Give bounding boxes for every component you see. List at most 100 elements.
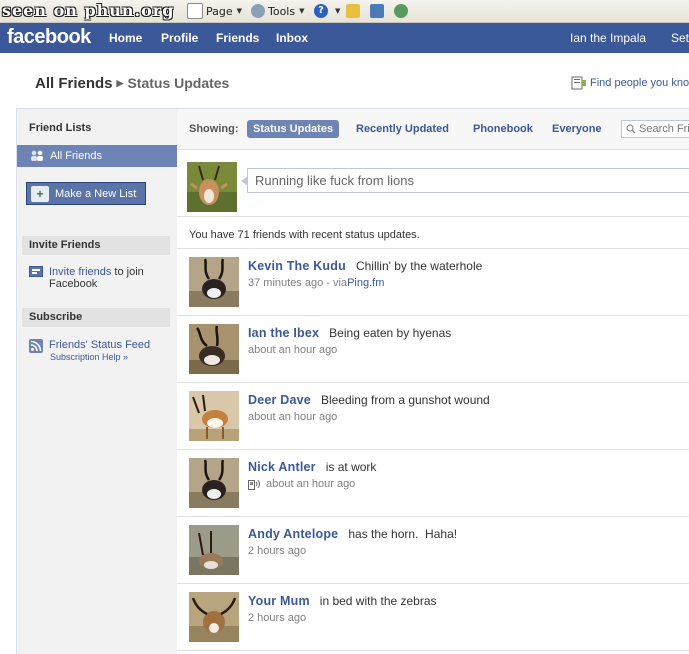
research-icon bbox=[346, 4, 360, 18]
status-meta: 37 minutes ago - via Ping.fm bbox=[248, 277, 384, 289]
filter-bar: Showing: Status Updates Recently Updated… bbox=[177, 109, 689, 150]
search-icon bbox=[626, 124, 636, 134]
find-people-label: Find people you know bbox=[590, 77, 689, 89]
page-menu-label: Page bbox=[206, 4, 233, 18]
chevron-down-icon: ▼ bbox=[236, 7, 243, 15]
status-time: 37 minutes ago - via bbox=[248, 277, 348, 289]
page-title: Status Updates bbox=[127, 75, 230, 91]
research-button[interactable] bbox=[346, 3, 363, 19]
friend-avatar[interactable] bbox=[189, 458, 239, 508]
status-row: Andy Antelope has the horn. Haha! 2 hours… bbox=[177, 517, 689, 584]
tools-menu-button[interactable]: Tools ▼ bbox=[251, 3, 305, 19]
status-meta: about an hour ago bbox=[248, 411, 337, 423]
subscription-help-link[interactable]: Subscription Help » bbox=[50, 352, 128, 362]
add-list-icon: + bbox=[31, 185, 49, 202]
find-people-link[interactable]: Find people you know bbox=[571, 76, 689, 90]
nav-user-name[interactable]: Ian the Impala bbox=[570, 31, 646, 45]
status-time: about an hour ago bbox=[248, 411, 338, 423]
friend-avatar[interactable] bbox=[189, 525, 239, 575]
breadcrumb-root[interactable]: All Friends bbox=[35, 75, 113, 92]
status-feed-item: Friends' Status Feed Subscription Help » bbox=[29, 339, 150, 363]
top-navigation-bar: facebook Home Profile Friends Inbox Ian … bbox=[0, 23, 689, 53]
nav-inbox[interactable]: Inbox bbox=[276, 31, 308, 45]
search-placeholder: Search Fri bbox=[639, 123, 689, 135]
address-book-icon bbox=[571, 76, 586, 90]
status-row: Deer Dave Bleeding from a gunshot wound a… bbox=[177, 383, 689, 450]
gear-icon bbox=[251, 4, 265, 18]
status-line: Your Mum in bed with the zebras bbox=[248, 594, 437, 608]
status-line: Deer Dave Bleeding from a gunshot wound bbox=[248, 393, 490, 407]
invite-friends-heading: Invite Friends bbox=[22, 236, 170, 255]
status-meta: 2 hours ago bbox=[248, 612, 306, 624]
status-input[interactable]: Running like fuck from lions bbox=[241, 168, 689, 193]
status-text: in bed with the zebras bbox=[319, 594, 437, 608]
my-avatar[interactable] bbox=[187, 162, 237, 212]
page-menu-button[interactable]: Page ▼ bbox=[187, 3, 242, 19]
help-menu-button[interactable]: ? ▼ bbox=[314, 3, 340, 19]
status-line: Andy Antelope has the horn. Haha! bbox=[248, 527, 457, 541]
addon-icon bbox=[394, 4, 408, 18]
status-row: Nick Antler is at work about an hour ago bbox=[177, 450, 689, 517]
invite-text-2: Facebook bbox=[49, 278, 98, 290]
main-content: Showing: Status Updates Recently Updated… bbox=[177, 108, 689, 654]
nav-profile[interactable]: Profile bbox=[161, 31, 198, 45]
showing-label: Showing: bbox=[189, 123, 239, 135]
status-composer: Running like fuck from lions bbox=[177, 150, 689, 217]
status-time: about an hour ago bbox=[248, 344, 338, 356]
friend-name-link[interactable]: Your Mum bbox=[248, 594, 310, 608]
watermark: seen on phun.org bbox=[2, 1, 174, 20]
addon-button[interactable] bbox=[394, 3, 411, 19]
left-sidebar: Friend Lists All Friends + Make a New Li… bbox=[16, 108, 177, 654]
status-meta: about an hour ago bbox=[248, 344, 337, 356]
friend-name-link[interactable]: Ian the Ibex bbox=[248, 326, 319, 340]
friend-search-input[interactable]: Search Fri bbox=[621, 120, 689, 138]
tab-status-updates[interactable]: Status Updates bbox=[247, 120, 340, 138]
friend-avatar[interactable] bbox=[189, 324, 239, 374]
page-icon bbox=[187, 3, 203, 19]
watermark-text: seen on phun.org bbox=[2, 1, 175, 20]
status-text: has the horn. Haha! bbox=[348, 527, 458, 541]
friends-count-text: You have 71 friends with recent status u… bbox=[189, 229, 420, 241]
help-icon: ? bbox=[314, 4, 328, 18]
status-text: Being eaten by hyenas bbox=[329, 326, 452, 340]
invite-friends-link[interactable]: Invite friends bbox=[49, 266, 111, 278]
tab-phonebook[interactable]: Phonebook bbox=[473, 123, 533, 135]
tab-everyone[interactable]: Everyone bbox=[552, 123, 602, 135]
facebook-logo[interactable]: facebook bbox=[7, 26, 91, 49]
tab-recently-updated[interactable]: Recently Updated bbox=[356, 123, 449, 135]
all-friends-label: All Friends bbox=[50, 150, 102, 162]
breadcrumb-separator: ▶ bbox=[116, 78, 124, 88]
friends-icon bbox=[31, 150, 43, 161]
browser-toolbar: ▼ Page ▼ Tools ▼ ? ▼ seen on phun.org bbox=[0, 0, 689, 23]
status-row: Kevin The Kudu Chillin' by the waterhole … bbox=[177, 249, 689, 316]
via-app-link[interactable]: Ping.fm bbox=[347, 277, 384, 289]
friend-name-link[interactable]: Deer Dave bbox=[248, 393, 311, 407]
status-text: Bleeding from a gunshot wound bbox=[320, 393, 490, 407]
nav-friends[interactable]: Friends bbox=[216, 31, 259, 45]
status-time: 2 hours ago bbox=[248, 545, 307, 557]
status-line: Ian the Ibex Being eaten by hyenas bbox=[248, 326, 451, 340]
status-meta: about an hour ago bbox=[248, 478, 355, 490]
friend-name-link[interactable]: Nick Antler bbox=[248, 460, 316, 474]
translate-icon bbox=[370, 4, 384, 18]
friend-name-link[interactable]: Andy Antelope bbox=[248, 527, 338, 541]
sidebar-item-all-friends[interactable]: All Friends bbox=[17, 145, 177, 167]
friend-avatar[interactable] bbox=[189, 391, 239, 441]
friends-status-feed-link[interactable]: Friends' Status Feed bbox=[49, 339, 150, 351]
friend-avatar[interactable] bbox=[189, 592, 239, 642]
subscribe-heading: Subscribe bbox=[22, 308, 170, 327]
translate-button[interactable] bbox=[370, 3, 387, 19]
nav-settings[interactable]: Set bbox=[671, 31, 689, 45]
invite-friends-item: Invite friends to join Facebook bbox=[29, 266, 144, 290]
rss-feed-icon bbox=[29, 339, 43, 353]
friend-avatar[interactable] bbox=[189, 257, 239, 307]
make-new-list-button[interactable]: + Make a New List bbox=[26, 182, 146, 205]
chevron-down-icon: ▼ bbox=[335, 7, 341, 15]
nav-home[interactable]: Home bbox=[109, 31, 142, 45]
breadcrumb: All Friends ▶ Status Updates bbox=[35, 75, 229, 92]
status-time: about an hour ago bbox=[266, 478, 356, 490]
friend-lists-heading: Friend Lists bbox=[29, 122, 92, 134]
status-time: 2 hours ago bbox=[248, 612, 307, 624]
friend-name-link[interactable]: Kevin The Kudu bbox=[248, 259, 346, 273]
status-text: Chillin' by the waterhole bbox=[355, 259, 483, 273]
